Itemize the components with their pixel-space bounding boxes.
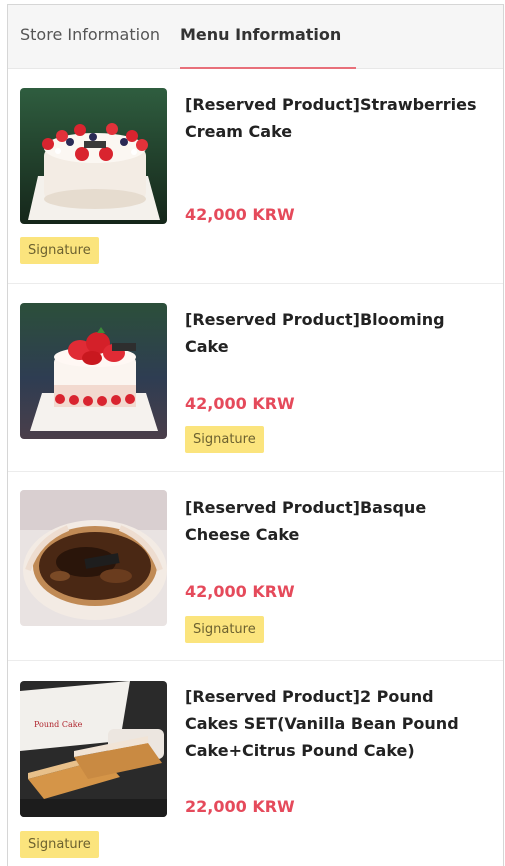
menu-item-price: 42,000 KRW xyxy=(185,582,295,601)
signature-badge: Signature xyxy=(20,237,99,264)
menu-item-name: [Reserved Product]Blooming Cake xyxy=(185,310,445,356)
signature-badge: Signature xyxy=(185,616,264,643)
tab-bar: Store Information Menu Information xyxy=(8,5,503,69)
product-image-basque-cheese-cake xyxy=(20,490,167,626)
menu-item-name: [Reserved Product]Strawberries Cream Cak… xyxy=(185,95,477,141)
app-frame: Store Information Menu Information [Rese… xyxy=(7,4,504,866)
tab-store-information[interactable]: Store Information xyxy=(20,25,160,44)
svg-text:Pound Cake: Pound Cake xyxy=(34,720,83,729)
menu-item-name: [Reserved Product]2 Pound Cakes SET(Vani… xyxy=(185,687,459,760)
menu-item-name: [Reserved Product]Basque Cheese Cake xyxy=(185,498,427,544)
menu-item-price: 22,000 KRW xyxy=(185,797,295,816)
menu-item-2-pound-cakes-set[interactable]: Pound Cake [Reserved Product]2 Pound Cak… xyxy=(8,661,503,866)
product-image-strawberry-cream-cake xyxy=(20,88,167,224)
menu-item-basque-cheese-cake[interactable]: [Reserved Product]Basque Cheese Cake 42,… xyxy=(8,472,503,661)
signature-badge: Signature xyxy=(185,426,264,453)
menu-item-strawberries-cream-cake[interactable]: [Reserved Product]Strawberries Cream Cak… xyxy=(8,69,503,284)
menu-item-price: 42,000 KRW xyxy=(185,394,295,413)
tab-menu-information[interactable]: Menu Information xyxy=(180,25,341,44)
menu-item-price: 42,000 KRW xyxy=(185,205,295,224)
menu-item-blooming-cake[interactable]: [Reserved Product]Blooming Cake 42,000 K… xyxy=(8,284,503,472)
product-image-blooming-cake xyxy=(20,303,167,439)
signature-badge: Signature xyxy=(20,831,99,858)
product-image-pound-cakes-set: Pound Cake xyxy=(20,681,167,817)
